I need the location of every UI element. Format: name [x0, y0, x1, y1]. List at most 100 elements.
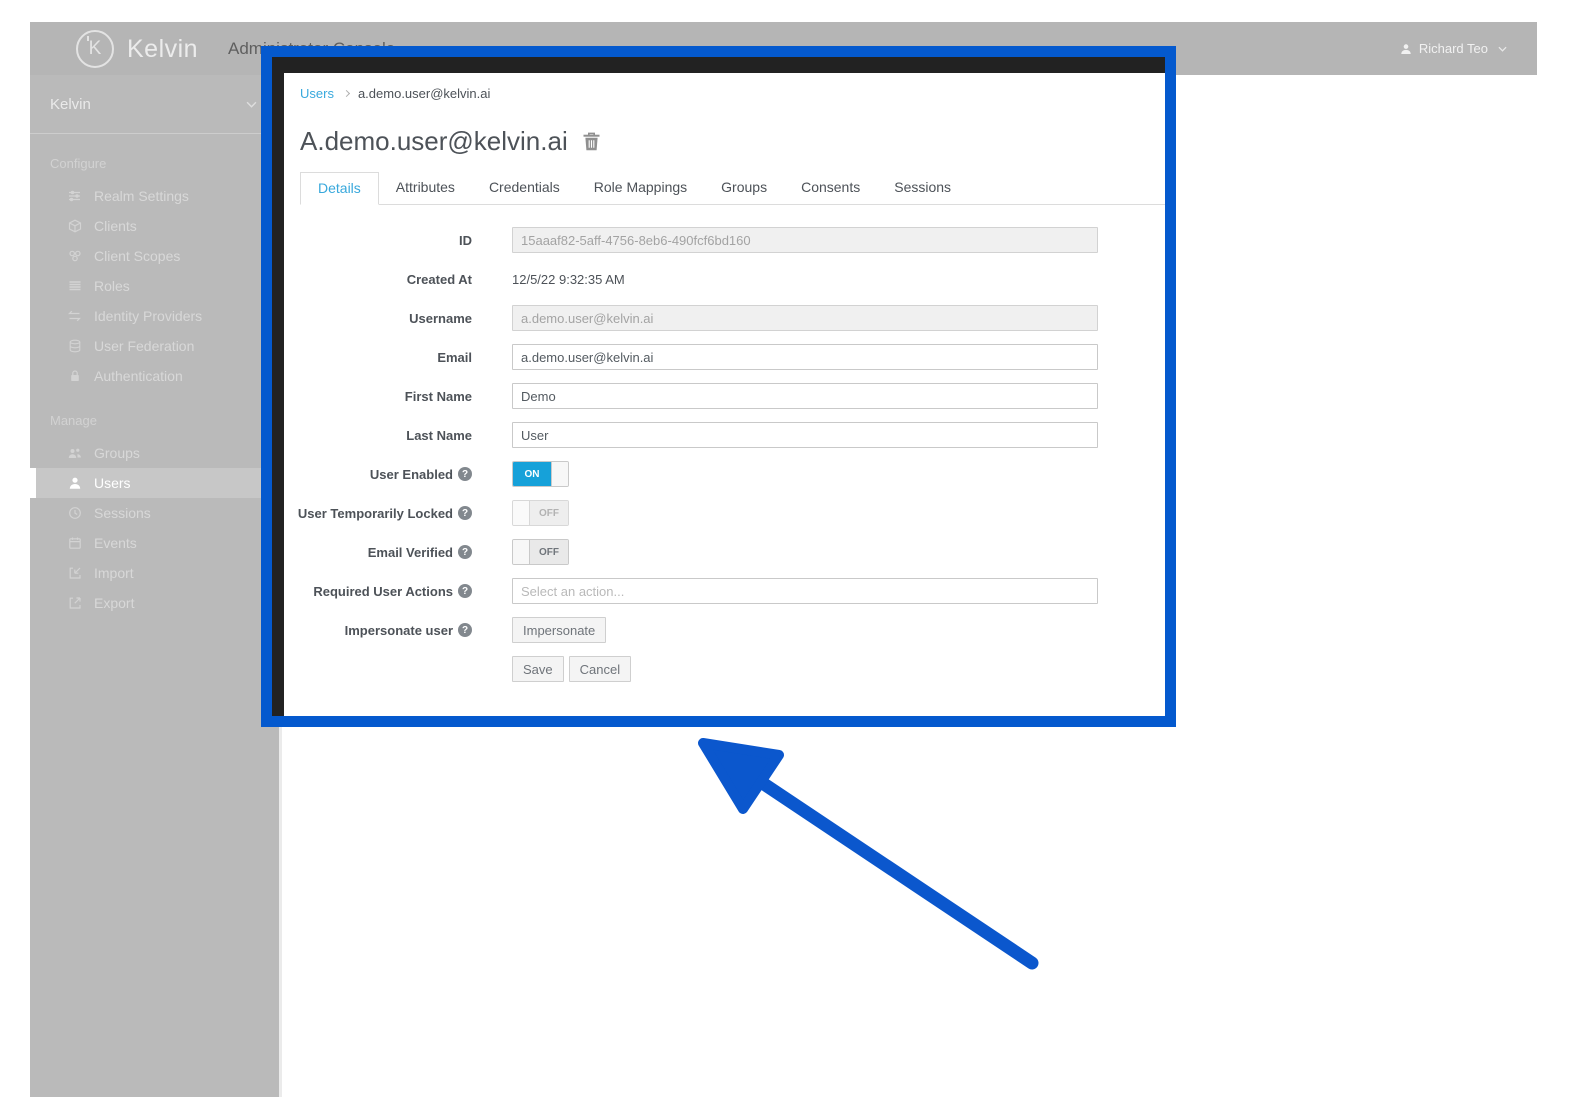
tab-groups[interactable]: Groups — [704, 172, 784, 204]
list-icon — [66, 279, 83, 293]
created-at-label: Created At — [284, 266, 472, 292]
exchange-icon — [66, 309, 83, 323]
form-row-actions: Save Cancel — [284, 656, 1165, 682]
form-row-id: ID — [284, 227, 1165, 253]
breadcrumb-current: a.demo.user@kelvin.ai — [358, 86, 490, 101]
sidebar-item-roles[interactable]: Roles — [30, 271, 279, 301]
sidebar-item-users[interactable]: Users — [30, 468, 279, 498]
last-name-label: Last Name — [284, 422, 472, 448]
form-row-user-enabled: User Enabled ? ON — [284, 461, 1165, 487]
help-icon[interactable]: ? — [458, 545, 472, 559]
user-temporarily-locked-label: User Temporarily Locked ? — [284, 500, 472, 526]
form-row-email-verified: Email Verified ? OFF — [284, 539, 1165, 565]
realm-selector[interactable]: Kelvin — [30, 75, 279, 134]
created-at-value: 12/5/22 9:32:35 AM — [512, 272, 625, 287]
user-icon — [1400, 43, 1412, 55]
sidebar-item-label: Roles — [94, 278, 130, 294]
database-icon — [66, 339, 83, 353]
help-icon[interactable]: ? — [458, 506, 472, 520]
sidebar-item-events[interactable]: Events — [30, 528, 279, 558]
tab-details[interactable]: Details — [300, 172, 379, 205]
impersonate-button[interactable]: Impersonate — [512, 617, 606, 643]
tab-credentials[interactable]: Credentials — [472, 172, 577, 204]
required-user-actions-select[interactable] — [512, 578, 1098, 604]
toggle-handle — [551, 462, 568, 486]
toggle-off-label: OFF — [530, 501, 568, 525]
toggle-handle — [513, 540, 530, 564]
sidebar-item-import[interactable]: Import — [30, 558, 279, 588]
impersonate-user-label: Impersonate user ? — [284, 617, 472, 643]
chevron-down-icon — [1498, 46, 1507, 52]
email-input[interactable] — [512, 344, 1098, 370]
email-verified-label: Email Verified ? — [284, 539, 472, 565]
sidebar-item-groups[interactable]: Groups — [30, 438, 279, 468]
sidebar-heading-manage: Manage — [50, 413, 279, 428]
toggle-handle — [513, 501, 530, 525]
sidebar-item-authentication[interactable]: Authentication — [30, 361, 279, 391]
kelvin-logo-icon: K — [76, 30, 114, 68]
id-input[interactable] — [512, 227, 1098, 253]
help-icon[interactable]: ? — [458, 584, 472, 598]
tab-bar: Details Attributes Credentials Role Mapp… — [300, 172, 1165, 205]
sidebar-item-sessions[interactable]: Sessions — [30, 498, 279, 528]
sidebar-item-realm-settings[interactable]: Realm Settings — [30, 181, 279, 211]
user-details-form: ID Created At 12/5/22 9:32:35 AM Usernam… — [284, 227, 1165, 682]
tab-role-mappings[interactable]: Role Mappings — [577, 172, 704, 204]
breadcrumb-users-link[interactable]: Users — [300, 86, 334, 101]
actions-label-spacer — [284, 656, 472, 682]
user-menu[interactable]: Richard Teo — [1400, 41, 1507, 56]
help-icon[interactable]: ? — [458, 623, 472, 637]
username-input[interactable] — [512, 305, 1098, 331]
help-icon[interactable]: ? — [458, 467, 472, 481]
sidebar-item-label: Import — [94, 565, 134, 581]
sidebar-item-clients[interactable]: Clients — [30, 211, 279, 241]
sidebar-item-label: Groups — [94, 445, 140, 461]
sidebar-item-label: Users — [94, 475, 131, 491]
toggle-on-label: ON — [513, 462, 551, 486]
tab-sessions[interactable]: Sessions — [877, 172, 968, 204]
sliders-icon — [66, 189, 83, 203]
import-icon — [66, 566, 83, 580]
tab-attributes[interactable]: Attributes — [379, 172, 472, 204]
sidebar-item-label: Clients — [94, 218, 137, 234]
sidebar-item-export[interactable]: Export — [30, 588, 279, 618]
user-name: Richard Teo — [1419, 41, 1488, 56]
form-row-first-name: First Name — [284, 383, 1165, 409]
annotation-arrow-icon — [640, 700, 1060, 990]
toggle-off-label: OFF — [530, 540, 568, 564]
sidebar-item-label: Identity Providers — [94, 308, 202, 324]
form-row-username: Username — [284, 305, 1165, 331]
page-title: A.demo.user@kelvin.ai — [300, 126, 568, 157]
user-temporarily-locked-toggle[interactable]: OFF — [512, 500, 569, 526]
email-verified-toggle[interactable]: OFF — [512, 539, 569, 565]
sidebar: Kelvin Configure Realm Settings Clients … — [30, 75, 282, 1097]
tab-consents[interactable]: Consents — [784, 172, 877, 204]
logo-initial: K — [89, 38, 102, 60]
last-name-input[interactable] — [512, 422, 1098, 448]
first-name-input[interactable] — [512, 383, 1098, 409]
username-label: Username — [284, 305, 472, 331]
sidebar-item-label: Client Scopes — [94, 248, 180, 264]
user-icon — [66, 476, 83, 490]
form-row-created-at: Created At 12/5/22 9:32:35 AM — [284, 266, 1165, 292]
user-enabled-toggle[interactable]: ON — [512, 461, 569, 487]
cube-icon — [66, 219, 83, 233]
realm-name: Kelvin — [50, 96, 91, 113]
sidebar-item-user-federation[interactable]: User Federation — [30, 331, 279, 361]
sidebar-item-client-scopes[interactable]: Client Scopes — [30, 241, 279, 271]
cancel-button[interactable]: Cancel — [569, 656, 631, 682]
first-name-label: First Name — [284, 383, 472, 409]
sidebar-item-label: Export — [94, 595, 134, 611]
logo-tick — [87, 36, 89, 41]
form-row-user-temporarily-locked: User Temporarily Locked ? OFF — [284, 500, 1165, 526]
delete-user-icon[interactable] — [582, 131, 601, 152]
brand: K Kelvin — [76, 29, 198, 69]
calendar-icon — [66, 536, 83, 550]
sidebar-heading-configure: Configure — [50, 156, 279, 171]
save-button[interactable]: Save — [512, 656, 564, 682]
scopes-icon — [66, 249, 83, 263]
sidebar-item-identity-providers[interactable]: Identity Providers — [30, 301, 279, 331]
brand-name: Kelvin — [127, 35, 198, 64]
sidebar-item-label: User Federation — [94, 338, 194, 354]
user-detail-panel: Users a.demo.user@kelvin.ai A.demo.user@… — [284, 73, 1165, 716]
